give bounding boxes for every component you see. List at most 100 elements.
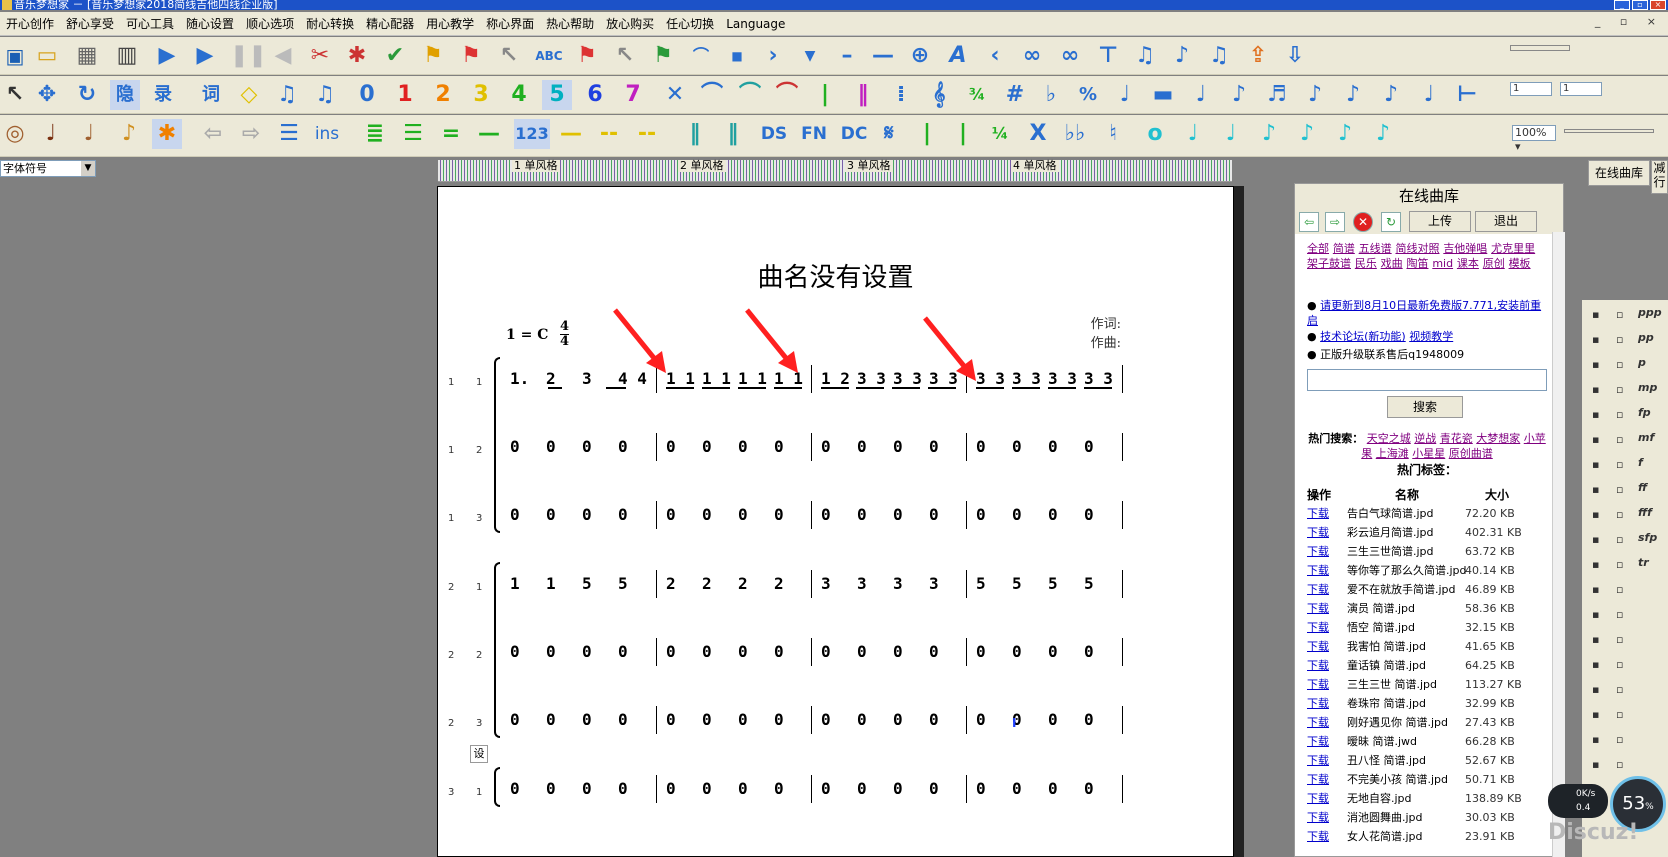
- open-folder-icon[interactable]: ▭: [32, 41, 62, 71]
- barline-icon[interactable]: |: [810, 80, 840, 110]
- note[interactable]: 0: [1048, 505, 1058, 524]
- menu-item-10[interactable]: 放心购买: [600, 12, 660, 36]
- note[interactable]: 0: [1084, 437, 1094, 456]
- flag-icon[interactable]: ⚑: [572, 41, 602, 71]
- repeat-start-icon[interactable]: ‖: [680, 119, 710, 149]
- category-link[interactable]: 简谱: [1333, 242, 1355, 255]
- song-title[interactable]: 曲名没有设置: [438, 257, 1233, 294]
- file-name[interactable]: 消池圆舞曲.jpd: [1347, 808, 1423, 827]
- library-search-input[interactable]: [1307, 369, 1547, 391]
- palette-symbol-icon[interactable]: ▪: [1592, 483, 1599, 496]
- note[interactable]: 0: [1084, 642, 1094, 661]
- dynamic-pp[interactable]: pp: [1638, 331, 1654, 344]
- fermata-icon[interactable]: ⌒: [686, 41, 716, 71]
- palette-symbol-icon[interactable]: ▫: [1616, 333, 1623, 346]
- note[interactable]: 0: [666, 710, 676, 729]
- note-4-button[interactable]: 4: [504, 80, 534, 110]
- note[interactable]: 0: [1048, 779, 1058, 798]
- flag-green-icon[interactable]: ⚑: [648, 41, 678, 71]
- beam-group2-icon[interactable]: ♫: [310, 80, 340, 110]
- dot-icon[interactable]: ■: [722, 41, 752, 71]
- palette-symbol-icon[interactable]: ▪: [1592, 733, 1599, 746]
- download-link[interactable]: 下载: [1307, 656, 1329, 675]
- note[interactable]: 1.: [510, 369, 529, 388]
- number-mode-button[interactable]: 123: [514, 119, 550, 149]
- note[interactable]: 0: [1084, 710, 1094, 729]
- percent-icon[interactable]: %: [1073, 80, 1103, 110]
- maximize-button[interactable]: ▫: [1632, 0, 1648, 10]
- violin-icon[interactable]: ♩: [36, 119, 66, 149]
- note[interactable]: 5: [976, 574, 986, 593]
- bracket-span-icon[interactable]: ⊢: [1452, 80, 1482, 110]
- three-lines-icon[interactable]: ☰: [398, 119, 428, 149]
- text-icon[interactable]: A: [943, 41, 973, 71]
- note-5-button[interactable]: 5: [542, 80, 572, 110]
- file-name[interactable]: 丑八怪 简谱.jpd: [1347, 751, 1426, 770]
- note-icon[interactable]: ♫: [1130, 41, 1160, 71]
- download-link[interactable]: 下载: [1307, 504, 1329, 523]
- ds-button[interactable]: DS: [756, 119, 792, 149]
- category-link[interactable]: 戏曲: [1381, 257, 1403, 270]
- note[interactable]: 0: [929, 505, 939, 524]
- file-name[interactable]: 彩云追月简谱.jpd: [1347, 523, 1434, 542]
- quarter-note-icon[interactable]: ♩: [1110, 80, 1140, 110]
- note[interactable]: 0: [821, 642, 831, 661]
- menu-item-1[interactable]: 舒心享受: [60, 12, 120, 36]
- category-link[interactable]: 原创: [1483, 257, 1505, 270]
- dynamic-f[interactable]: f: [1638, 456, 1643, 469]
- note[interactable]: 0: [738, 505, 748, 524]
- download-link[interactable]: 下载: [1307, 770, 1329, 789]
- drum-icon[interactable]: ◎: [0, 119, 30, 149]
- x-note-icon[interactable]: ✕: [660, 80, 690, 110]
- file-name[interactable]: 等你等了那么久简谱.jpd: [1347, 561, 1467, 580]
- note[interactable]: 0: [582, 642, 592, 661]
- menu-item-3[interactable]: 随心设置: [180, 12, 240, 36]
- stop-icon[interactable]: ✕: [1353, 212, 1373, 232]
- dash-dotted-icon[interactable]: --: [594, 119, 624, 149]
- note[interactable]: 3 3: [1084, 369, 1113, 388]
- key-signature[interactable]: 1 = C: [506, 327, 548, 343]
- note[interactable]: 0: [1048, 710, 1058, 729]
- category-link[interactable]: 简线对照: [1395, 242, 1439, 255]
- font-symbol-select[interactable]: 字体符号 ▼: [0, 160, 96, 177]
- update-link[interactable]: 请更新到8月10日最新免费版7.771,安装前重启: [1307, 299, 1541, 327]
- menu-item-6[interactable]: 精心配器: [360, 12, 420, 36]
- palette-symbol-icon[interactable]: ▫: [1616, 758, 1623, 771]
- hot-search-link[interactable]: 大梦想家: [1476, 432, 1520, 445]
- mdi-window-controls[interactable]: _ ▫ ×: [1595, 15, 1664, 28]
- category-link[interactable]: 民乐: [1355, 257, 1377, 270]
- note[interactable]: 0: [738, 779, 748, 798]
- two-lines-icon[interactable]: =: [436, 119, 466, 149]
- note[interactable]: 0: [510, 505, 520, 524]
- palette-symbol-icon[interactable]: ▪: [1592, 533, 1599, 546]
- dynamic-fp[interactable]: fp: [1638, 406, 1651, 419]
- file-name[interactable]: 女人花简谱.jpd: [1347, 827, 1423, 846]
- note-2-button[interactable]: 2: [428, 80, 458, 110]
- note[interactable]: 3: [929, 574, 939, 593]
- slur-icon[interactable]: ⌒: [697, 80, 727, 110]
- note[interactable]: 0: [666, 642, 676, 661]
- note[interactable]: 0: [929, 437, 939, 456]
- note[interactable]: 0: [774, 437, 784, 456]
- x-head-note-icon[interactable]: ♪: [1300, 80, 1330, 110]
- note[interactable]: 0: [857, 437, 867, 456]
- file-name[interactable]: 爱不在就放手简谱.jpd: [1347, 580, 1456, 599]
- flag-red-icon[interactable]: ⚑: [456, 41, 486, 71]
- note[interactable]: 0: [510, 642, 520, 661]
- ghost-note-icon[interactable]: ♪: [1338, 80, 1368, 110]
- note[interactable]: 0: [774, 710, 784, 729]
- delete-note-icon[interactable]: ✱: [342, 41, 372, 71]
- crosshair-icon[interactable]: ⊕: [905, 41, 935, 71]
- palette-symbol-icon[interactable]: ▫: [1616, 683, 1623, 696]
- note[interactable]: 3: [821, 574, 831, 593]
- close-button[interactable]: ×: [1650, 0, 1666, 10]
- note[interactable]: 0: [821, 710, 831, 729]
- dynamic-p[interactable]: p: [1638, 356, 1646, 369]
- lyrics-icon[interactable]: 词: [196, 80, 226, 110]
- note[interactable]: 0: [618, 779, 628, 798]
- note[interactable]: 3 3: [1012, 369, 1041, 388]
- note[interactable]: 0: [510, 779, 520, 798]
- palette-symbol-icon[interactable]: ▪: [1592, 758, 1599, 771]
- reduce-rows-tab[interactable]: 减行: [1651, 160, 1668, 194]
- double-flat-icon[interactable]: ♭♭: [1060, 119, 1090, 149]
